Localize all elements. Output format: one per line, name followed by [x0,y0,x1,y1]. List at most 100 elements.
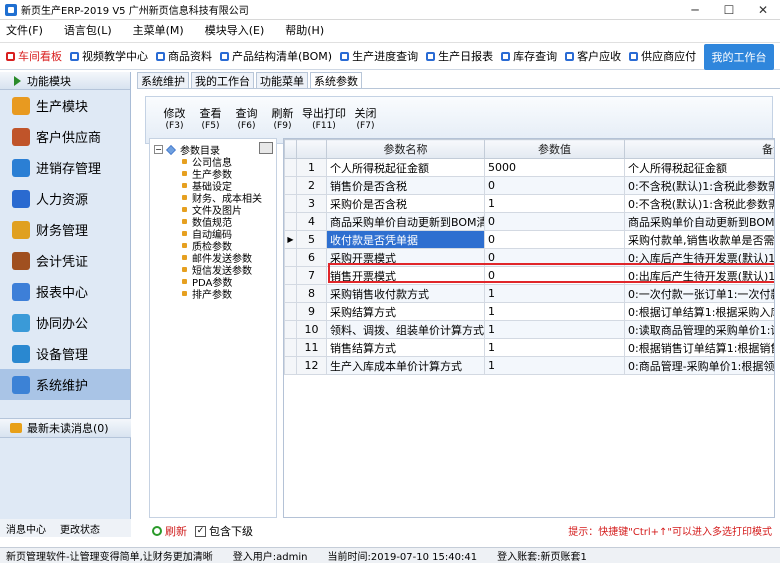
param-value-cell[interactable]: 1 [484,194,625,213]
tab-function-menu[interactable]: 功能菜单 [256,72,308,88]
query-button[interactable]: 查询 (F6) [230,97,263,143]
table-row[interactable]: 11销售结算方式10:根据销售订单结算1:根据销售出库 [284,338,774,357]
table-row[interactable]: 4商品采购单价自动更新到BOM清单...0商品采购单价自动更新到BOM清单单价 [284,212,774,231]
param-value-cell[interactable]: 1 [484,302,625,321]
tree-refresh-button[interactable]: 刷新 [152,523,187,539]
quick-link-progress[interactable]: 生产进度查询 [340,45,418,67]
menu-main[interactable]: 主菜单(M) [133,22,184,38]
tab-system-maintenance[interactable]: 系统维护 [137,72,189,88]
param-value-cell[interactable]: 5000 [484,158,625,177]
param-value-cell[interactable]: 1 [484,338,625,357]
menu-file[interactable]: 文件(F) [6,22,43,38]
note-cell[interactable]: 0:根据订单结算1:根据采购入库结算 [624,302,774,321]
row-number[interactable]: 11 [296,338,327,357]
quick-link-bom[interactable]: 产品结构清单(BOM) [220,45,332,67]
table-row[interactable]: 1 个人所得税起征金额 5000 个人所得税起征金额 [284,158,774,177]
quick-link-workshop-board[interactable]: 车间看板 [6,45,62,67]
note-cell[interactable]: 0:一次付款一张订单1:一次付款多张 [624,284,774,303]
unread-messages[interactable]: 最新未读消息(0) [0,418,131,438]
param-name-cell[interactable]: 采购结算方式 [326,302,485,321]
sidebar-item-reports[interactable]: 报表中心 [0,276,130,307]
close-button[interactable]: ✕ [746,0,780,20]
export-print-button[interactable]: 导出打印 (F11) [302,97,346,143]
quick-link-video-center[interactable]: 视频教学中心 [70,45,148,67]
quick-link-products[interactable]: 商品资料 [156,45,212,67]
row-number[interactable]: 9 [296,302,327,321]
row-indicator[interactable] [284,356,297,375]
sidebar-item-vouchers[interactable]: 会计凭证 [0,245,130,276]
header-param-name[interactable]: 参数名称 [326,139,485,159]
table-row[interactable]: 8采购销售收付款方式10:一次付款一张订单1:一次付款多张 [284,284,774,303]
tree-node[interactable]: 排产参数 [182,286,232,301]
param-name-cell[interactable]: 商品采购单价自动更新到BOM清单... [326,212,485,231]
table-row[interactable]: 3采购价是否含税10:不含税(默认)1:含税此参数需要配合 [284,194,774,213]
sidebar-header[interactable]: 功能模块 [0,72,130,90]
note-cell[interactable]: 0:入库后产生待开发票(默认)1:订单 [624,248,774,267]
menu-help[interactable]: 帮助(H) [285,22,324,38]
refresh-button[interactable]: 刷新 (F9) [266,97,299,143]
table-row[interactable]: 12生产入库成本单价计算方式10:商品管理-采购单价1:根据领料成本 [284,356,774,375]
quick-link-inventory[interactable]: 库存查询 [501,45,557,67]
sidebar-item-hr[interactable]: 人力资源 [0,183,130,214]
menu-module-import[interactable]: 模块导入(E) [205,22,265,38]
quick-link-receivables[interactable]: 客户应收 [565,45,621,67]
note-cell[interactable]: 0:出库后产生待开发票(默认)1:订单 [624,266,774,285]
param-value-cell[interactable]: 1 [484,284,625,303]
param-value-cell[interactable]: 0 [484,248,625,267]
param-name-cell[interactable]: 采购销售收付款方式 [326,284,485,303]
row-number[interactable]: 1 [296,158,327,177]
param-name-cell[interactable]: 销售结算方式 [326,338,485,357]
view-button[interactable]: 查看 (F5) [194,97,227,143]
row-indicator[interactable] [284,302,297,321]
param-name-cell[interactable]: 领料、调拨、组装单价计算方式 [326,320,485,339]
printer-icon[interactable] [259,142,273,154]
note-cell[interactable]: 0:读取商品管理的采购单价1:读取加权 [624,320,774,339]
param-name-cell[interactable]: 销售开票模式 [326,266,485,285]
change-status-link[interactable]: 更改状态 [60,521,100,536]
include-sub-checkbox[interactable]: ✓ [195,525,206,537]
tab-my-workbench[interactable]: 我的工作台 [191,72,254,88]
row-indicator[interactable]: ▶ [284,230,297,249]
row-indicator[interactable] [284,158,297,177]
row-number[interactable]: 2 [296,176,327,195]
param-name-cell[interactable]: 采购开票模式 [326,248,485,267]
message-center-link[interactable]: 消息中心 [6,521,46,536]
row-indicator[interactable] [284,320,297,339]
maximize-button[interactable]: ☐ [712,0,746,20]
table-row[interactable]: ▶5收付款是否凭单据0采购付款单,销售收款单是否需要引用 [284,230,774,249]
param-name-cell[interactable]: 采购价是否含税 [326,194,485,213]
row-number[interactable]: 7 [296,266,327,285]
row-number[interactable]: 5 [296,230,327,249]
param-value-cell[interactable]: 0 [484,266,625,285]
row-number[interactable]: 4 [296,212,327,231]
sidebar-item-production[interactable]: 生产模块 [0,90,130,121]
row-indicator[interactable] [284,176,297,195]
param-value-cell[interactable]: 0 [484,212,625,231]
sidebar-item-collaboration[interactable]: 协同办公 [0,307,130,338]
row-indicator[interactable] [284,284,297,303]
sidebar-item-inventory[interactable]: 进销存管理 [0,152,130,183]
my-workbench-button[interactable]: 我的工作台 [704,44,774,70]
param-value-cell[interactable]: 1 [484,320,625,339]
param-value-cell[interactable]: 1 [484,356,625,375]
sidebar-item-customers[interactable]: 客户供应商 [0,121,130,152]
table-row[interactable]: 10领料、调拨、组装单价计算方式10:读取商品管理的采购单价1:读取加权 [284,320,774,339]
param-name-cell[interactable]: 生产入库成本单价计算方式 [326,356,485,375]
close-tab-button[interactable]: 关闭 (F7) [349,97,382,143]
sidebar-item-equipment[interactable]: 设备管理 [0,338,130,369]
sidebar-item-system[interactable]: 系统维护 [0,369,130,400]
note-cell[interactable]: 采购付款单,销售收款单是否需要引用 [624,230,774,249]
header-note[interactable]: 备注 [624,139,774,159]
row-indicator[interactable] [284,194,297,213]
param-value-cell[interactable]: 0 [484,230,625,249]
table-row[interactable]: 7销售开票模式00:出库后产生待开发票(默认)1:订单 [284,266,774,285]
row-number[interactable]: 12 [296,356,327,375]
tab-system-parameters[interactable]: 系统参数 [310,72,362,89]
row-number[interactable]: 8 [296,284,327,303]
note-cell[interactable]: 0:商品管理-采购单价1:根据领料成本 [624,356,774,375]
row-number[interactable]: 3 [296,194,327,213]
note-cell[interactable]: 0:不含税(默认)1:含税此参数需要配合 [624,194,774,213]
header-param-value[interactable]: 参数值 [484,139,625,159]
param-name-cell[interactable]: 销售价是否含税 [326,176,485,195]
row-indicator[interactable] [284,248,297,267]
